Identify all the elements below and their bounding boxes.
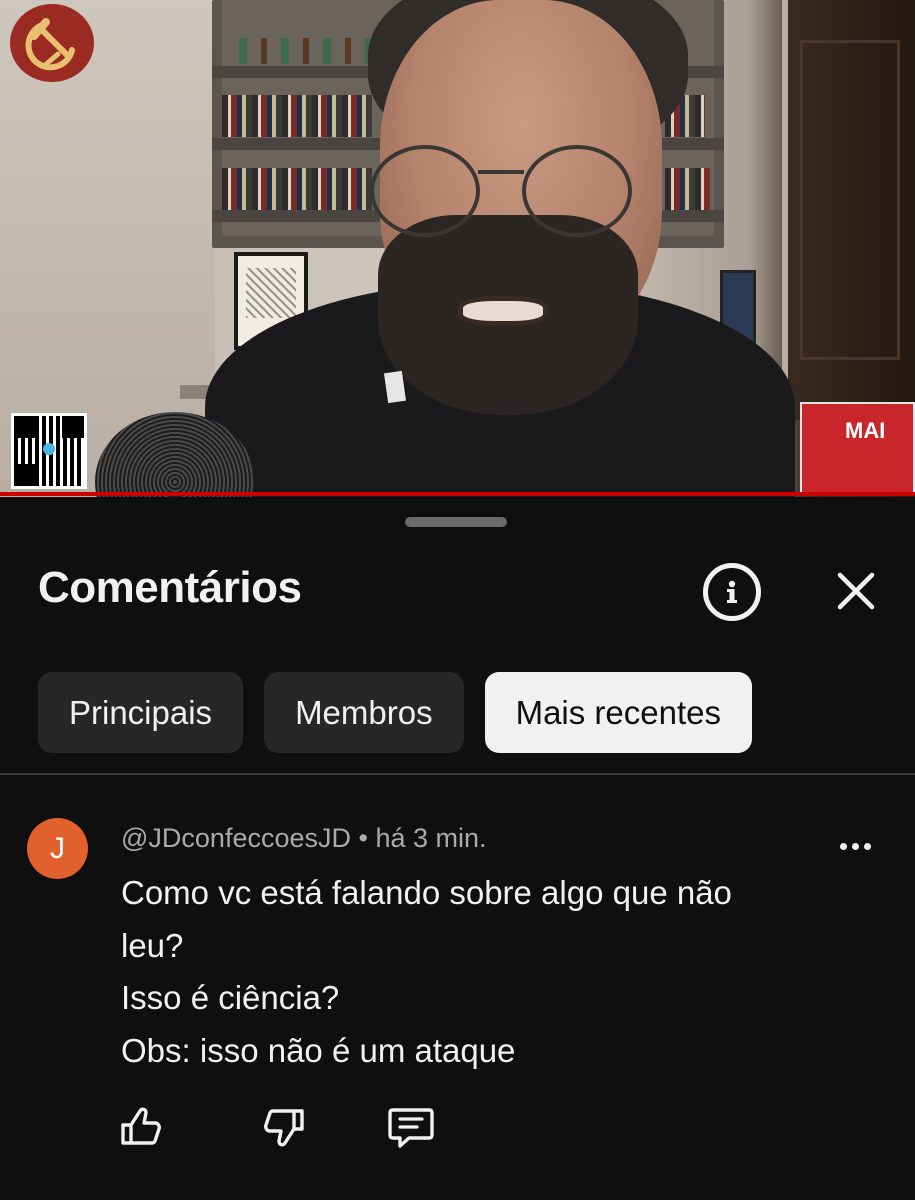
comment-line: Isso é ciência?: [121, 979, 340, 1016]
bottles: [225, 38, 375, 64]
door-panel: [800, 40, 900, 360]
more-dot: [839, 842, 847, 850]
video-progress-bar[interactable]: [0, 492, 915, 496]
avatar[interactable]: J: [27, 818, 88, 879]
like-button[interactable]: [115, 1101, 167, 1153]
comment-time: há 3 min.: [375, 823, 487, 853]
books: [665, 168, 710, 210]
comment-author[interactable]: @JDconfeccoesJD: [121, 823, 351, 853]
glasses-left-lens: [370, 145, 480, 237]
calendar-month: MAI: [845, 418, 886, 443]
info-button[interactable]: [703, 563, 761, 621]
books: [222, 168, 372, 210]
video-progress-fill: [0, 492, 915, 496]
video-player[interactable]: MAI: [0, 0, 915, 497]
tab-membros[interactable]: Membros: [264, 672, 464, 753]
qr-center-dot: [43, 443, 55, 455]
drag-handle[interactable]: [405, 517, 507, 527]
more-dot: [863, 842, 871, 850]
comment-line: leu?: [121, 926, 184, 964]
person-mouth: [458, 296, 548, 326]
glasses-bridge: [478, 170, 524, 174]
comment-actions: [115, 1101, 445, 1161]
more-options-button[interactable]: [832, 835, 878, 857]
comment-line: Obs: isso não é um ataque: [121, 1031, 516, 1069]
tab-mais-recentes[interactable]: Mais recentes: [484, 672, 753, 753]
comment-meta: @JDconfeccoesJD • há 3 min.: [121, 823, 487, 854]
comment-line: Como vc está falando sobre algo que não: [121, 874, 732, 911]
tab-principais[interactable]: Principais: [38, 672, 244, 753]
more-dot: [851, 842, 859, 850]
reply-icon: [388, 1108, 434, 1148]
sort-tabs: Principais Membros Mais recentes: [38, 672, 753, 753]
reply-button[interactable]: [385, 1101, 437, 1153]
hammer-sickle-logo-icon: [10, 4, 94, 82]
divider: [0, 773, 915, 775]
dislike-button[interactable]: [258, 1101, 310, 1153]
books: [222, 95, 372, 137]
comment-text: Como vc está falando sobre algo que não …: [121, 867, 821, 1077]
calendar: [800, 402, 915, 494]
dislike-icon: [264, 1109, 304, 1147]
meta-separator: •: [358, 823, 368, 853]
comments-title: Comentários: [38, 563, 302, 612]
like-icon: [121, 1107, 161, 1145]
comments-sheet: Comentários Principais Membros Mais rece…: [0, 497, 915, 1200]
close-icon: [837, 572, 875, 610]
info-icon: [727, 580, 737, 603]
glasses-right-lens: [522, 145, 632, 237]
close-button[interactable]: [832, 567, 880, 615]
